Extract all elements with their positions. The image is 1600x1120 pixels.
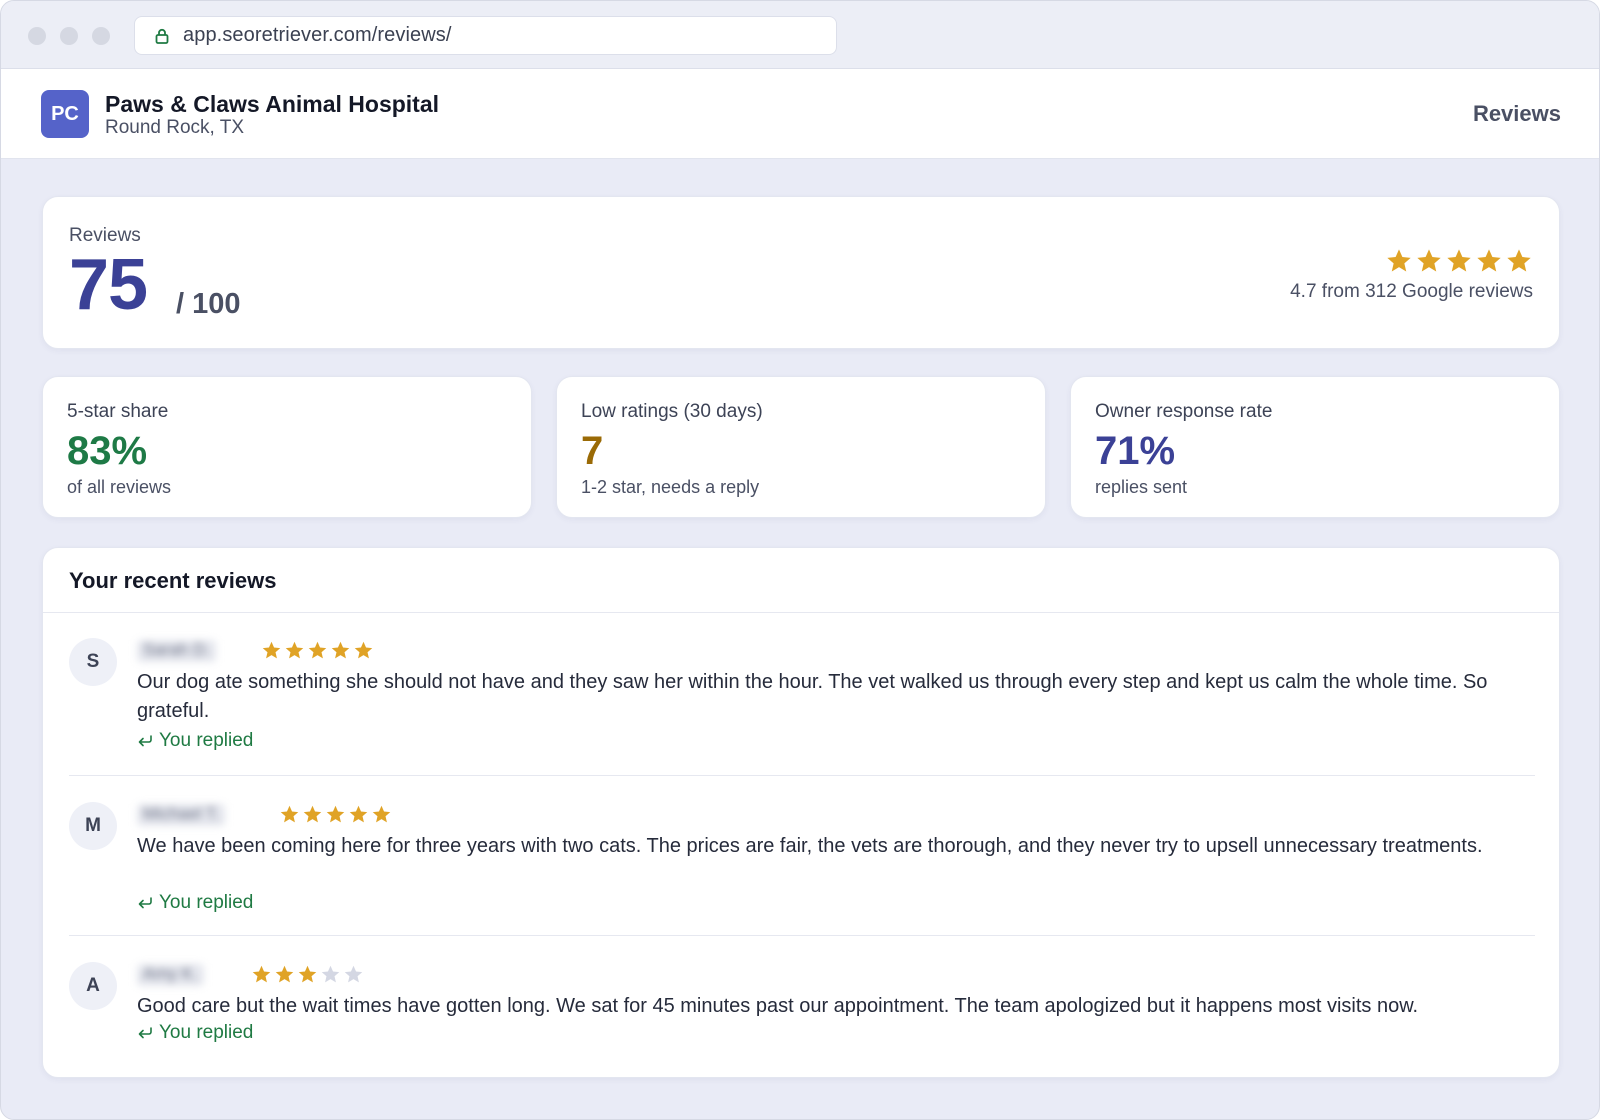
url-text: app.seoretriever.com/reviews/	[183, 24, 452, 46]
star-filled-icon	[348, 804, 369, 825]
star-filled-icon	[1385, 247, 1413, 275]
review-item[interactable]: S Sarah D. Our dog ate something she sho…	[69, 612, 1535, 776]
reviewer-avatar: A	[69, 962, 117, 1010]
business-name: Paws & Claws Animal Hospital	[105, 91, 440, 117]
review-stars	[279, 804, 392, 825]
review-stars	[251, 964, 364, 985]
review-item[interactable]: A Amy K. Good care but the wait times ha…	[69, 936, 1535, 1066]
review-text: Good care but the wait times have gotten…	[137, 995, 1419, 1017]
review-item[interactable]: M Michael T. We have been coming here fo…	[69, 776, 1535, 936]
reviewer-avatar: S	[69, 638, 117, 686]
stat-label: Owner response rate	[1095, 401, 1273, 422]
window-minimize-dot[interactable]	[60, 27, 78, 45]
stat-subtext: replies sent	[1095, 477, 1188, 497]
score-value: 75	[69, 245, 148, 325]
replied-label: You replied	[159, 1022, 254, 1043]
browser-chrome: app.seoretriever.com/reviews/	[1, 1, 1599, 69]
reply-arrow-icon	[137, 734, 153, 748]
stat-subtext: of all reviews	[67, 477, 172, 497]
reviewer-name-blurred: Amy K.	[137, 964, 204, 986]
browser-window: app.seoretriever.com/reviews/ PC Paws & …	[0, 0, 1600, 1120]
stat-card-low-ratings: Low ratings (30 days) 7 1-2 star, needs …	[556, 376, 1046, 518]
review-score-card: Reviews 75 / 100 4.7 from 312 Google rev…	[42, 196, 1560, 349]
reply-arrow-icon	[137, 1026, 153, 1040]
stat-card-response-rate: Owner response rate 71% replies sent	[1070, 376, 1560, 518]
star-filled-icon	[1445, 247, 1473, 275]
score-label: Reviews	[69, 225, 141, 246]
reviewer-avatar: M	[69, 802, 117, 850]
star-empty-icon	[343, 964, 364, 985]
star-filled-icon	[371, 804, 392, 825]
star-filled-icon	[325, 804, 346, 825]
nav-reviews-link[interactable]: Reviews	[1473, 101, 1561, 127]
star-filled-icon	[261, 640, 282, 661]
stat-label: Low ratings (30 days)	[581, 401, 763, 422]
stat-value: 71%	[1095, 429, 1176, 473]
star-filled-icon	[1505, 247, 1533, 275]
replied-status[interactable]: You replied	[137, 1022, 253, 1044]
star-filled-icon	[284, 640, 305, 661]
star-empty-icon	[320, 964, 341, 985]
window-close-dot[interactable]	[28, 27, 46, 45]
lock-icon	[155, 28, 169, 44]
stat-value: 7	[581, 429, 604, 473]
business-logo: PC	[41, 90, 89, 138]
star-filled-icon	[274, 964, 295, 985]
reply-arrow-icon	[137, 896, 153, 910]
reviewer-name-blurred: Michael T.	[137, 804, 226, 826]
star-filled-icon	[297, 964, 318, 985]
replied-status[interactable]: You replied	[137, 730, 253, 752]
recent-reviews-title: Your recent reviews	[69, 568, 277, 593]
rating-summary: 4.7 from 312 Google reviews	[1290, 281, 1533, 302]
recent-reviews-card: Your recent reviews S Sarah D. Our dog a…	[42, 547, 1560, 1078]
business-location: Round Rock, TX	[105, 117, 245, 138]
star-filled-icon	[307, 640, 328, 661]
replied-label: You replied	[159, 892, 254, 913]
stat-card-five-star-share: 5-star share 83% of all reviews	[42, 376, 532, 518]
stat-subtext: 1-2 star, needs a reply	[581, 477, 760, 497]
star-filled-icon	[279, 804, 300, 825]
rating-stars	[1385, 247, 1533, 275]
star-filled-icon	[1475, 247, 1503, 275]
review-stars	[261, 640, 374, 661]
star-filled-icon	[330, 640, 351, 661]
star-filled-icon	[302, 804, 323, 825]
app-header: PC Paws & Claws Animal Hospital Round Ro…	[1, 69, 1599, 159]
reviewer-name-blurred: Sarah D.	[137, 640, 217, 662]
star-filled-icon	[251, 964, 272, 985]
window-maximize-dot[interactable]	[92, 27, 110, 45]
replied-status[interactable]: You replied	[137, 892, 253, 914]
replied-label: You replied	[159, 730, 254, 751]
review-text: Our dog ate something she should not hav…	[137, 671, 1488, 722]
star-filled-icon	[353, 640, 374, 661]
stat-value: 83%	[67, 429, 148, 473]
star-filled-icon	[1415, 247, 1443, 275]
stat-label: 5-star share	[67, 401, 169, 422]
score-out-of: / 100	[176, 288, 241, 320]
address-bar[interactable]: app.seoretriever.com/reviews/	[134, 16, 837, 55]
review-text: We have been coming here for three years…	[137, 835, 1483, 857]
